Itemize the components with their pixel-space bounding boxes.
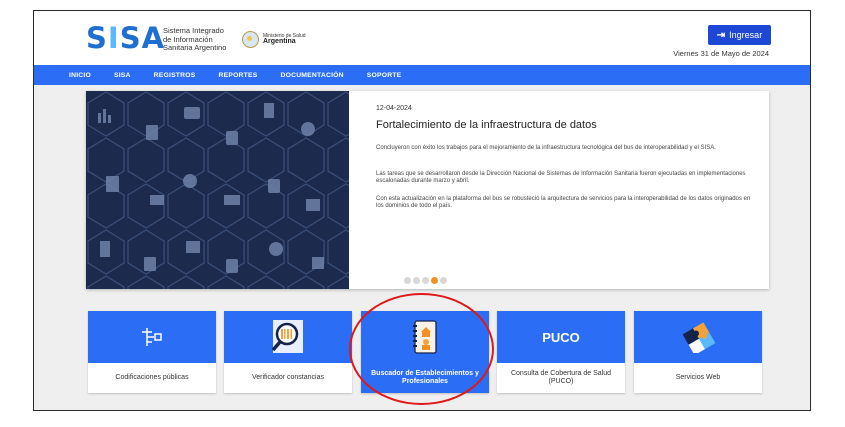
news-paragraph: Concluyeron con éxito los trabajos para …	[376, 145, 716, 151]
tile-buscador-establecimientos[interactable]: Buscador de Establecimientos y Profesion…	[361, 311, 489, 393]
hierarchy-icon	[142, 328, 162, 346]
nav-item-soporte[interactable]: SOPORTE	[367, 72, 402, 79]
logo-subtitle-line: Sanitaria Argentino	[163, 43, 227, 52]
ministry-logo: Ministerio de Salud Argentina	[242, 28, 306, 50]
carousel-indicators	[404, 277, 447, 284]
news-carousel: 12-04-2024 Fortalecimiento de la infraes…	[86, 91, 769, 289]
news-paragraph: Con esta actualización en la plataforma …	[376, 196, 751, 209]
puzzle-icon	[682, 322, 716, 353]
sisa-logo[interactable]: SISA	[86, 24, 165, 53]
login-button[interactable]: ⇥ Ingresar	[708, 25, 771, 45]
tile-icon-area	[88, 311, 216, 363]
login-label: Ingresar	[729, 30, 763, 40]
tile-verificador[interactable]: Verificador constancias	[224, 311, 352, 393]
nav-item-sisa[interactable]: SISA	[114, 72, 131, 79]
tile-icon-area: PUCO	[497, 311, 625, 363]
tile-icon-area	[361, 311, 489, 363]
puco-text-icon: PUCO	[542, 329, 580, 345]
logo-letter: S	[86, 21, 108, 55]
national-seal-icon	[242, 30, 259, 48]
tile-label: Servicios Web	[675, 374, 721, 381]
site-header: SISA Sistema Integrado de Información Sa…	[34, 11, 810, 65]
tile-icon-area	[224, 311, 352, 363]
ministry-text: Ministerio de Salud Argentina	[263, 33, 306, 45]
browser-frame: SISA Sistema Integrado de Información Sa…	[33, 10, 811, 411]
carousel-dot[interactable]	[440, 277, 447, 284]
carousel-dot[interactable]	[422, 277, 429, 284]
logo-letter: I	[107, 21, 120, 55]
news-paragraph: Las tareas que se desarrollaron desde la…	[376, 171, 746, 184]
tile-label: Buscador de Establecimientos y Profesion…	[371, 370, 479, 385]
hexagon-pattern-illustration	[86, 91, 349, 289]
tile-label: Verificador constancias	[252, 374, 324, 381]
tile-label: Codificaciones públicas	[115, 374, 189, 381]
nav-item-reportes[interactable]: REPORTES	[219, 72, 258, 79]
tile-puco[interactable]: PUCO Consulta de Cobertura de Salud (PUC…	[497, 311, 625, 393]
tile-icon-area	[634, 311, 762, 363]
logo-subtitle: Sistema Integrado de Información Sanitar…	[163, 26, 227, 53]
carousel-dot-active[interactable]	[431, 277, 438, 284]
tile-servicios-web[interactable]: Servicios Web	[634, 311, 762, 393]
nav-item-inicio[interactable]: INICIO	[69, 72, 91, 79]
tile-label: Consulta de Cobertura de Salud (PUCO)	[510, 370, 611, 385]
news-date: 12-04-2024	[376, 105, 412, 112]
nav-item-registros[interactable]: REGISTROS	[154, 72, 196, 79]
main-nav: INICIO SISA REGISTROS REPORTES DOCUMENTA…	[34, 65, 810, 85]
nav-item-documentacion[interactable]: DOCUMENTACIÓN	[281, 72, 344, 79]
current-date: Viernes 31 de Mayo de 2024	[673, 49, 769, 58]
sign-in-icon: ⇥	[716, 29, 726, 41]
ministry-country: Argentina	[263, 38, 296, 45]
carousel-dot[interactable]	[404, 277, 411, 284]
news-image	[86, 91, 349, 289]
carousel-dot[interactable]	[413, 277, 420, 284]
notebook-doctor-icon	[413, 320, 437, 354]
magnifier-barcode-icon	[271, 320, 303, 353]
logo-letter: SA	[119, 21, 166, 55]
tile-codificaciones[interactable]: Codificaciones públicas	[88, 311, 216, 393]
news-title[interactable]: Fortalecimiento de la infraestructura de…	[376, 119, 597, 131]
